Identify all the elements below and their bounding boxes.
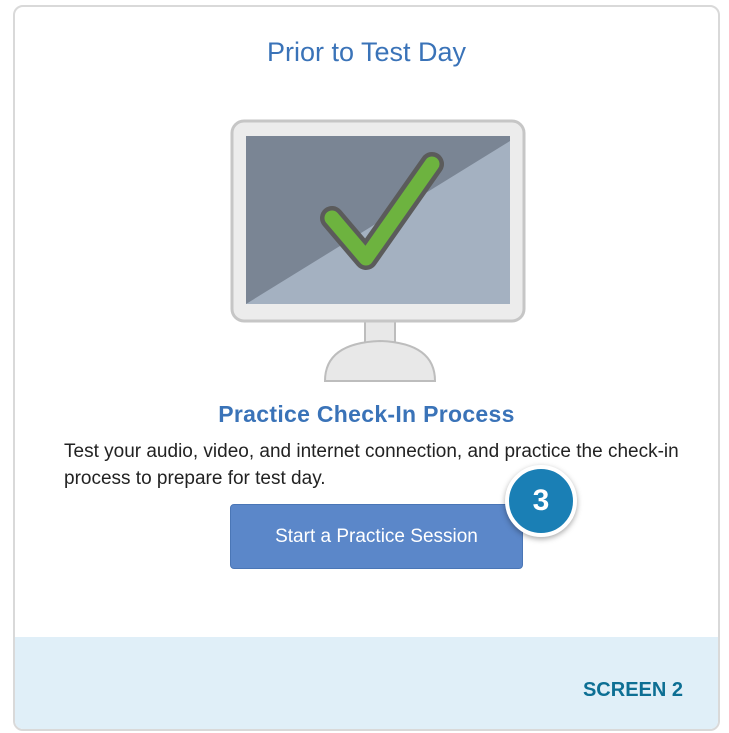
screen-label: SCREEN 2	[582, 679, 683, 701]
start-practice-session-button[interactable]: Start a Practice Session	[230, 504, 523, 569]
screen-footer: SCREEN 2	[15, 637, 718, 729]
monitor-check-icon	[230, 119, 526, 382]
page-title: Prior to Test Day	[266, 37, 467, 67]
section-heading: Practice Check-In Process	[218, 401, 515, 427]
step-number-badge: 3	[505, 465, 577, 537]
practice-card: Prior to Test Day Practice Check-In Proc…	[13, 5, 720, 731]
section-description: Test your audio, video, and internet con…	[64, 441, 679, 489]
